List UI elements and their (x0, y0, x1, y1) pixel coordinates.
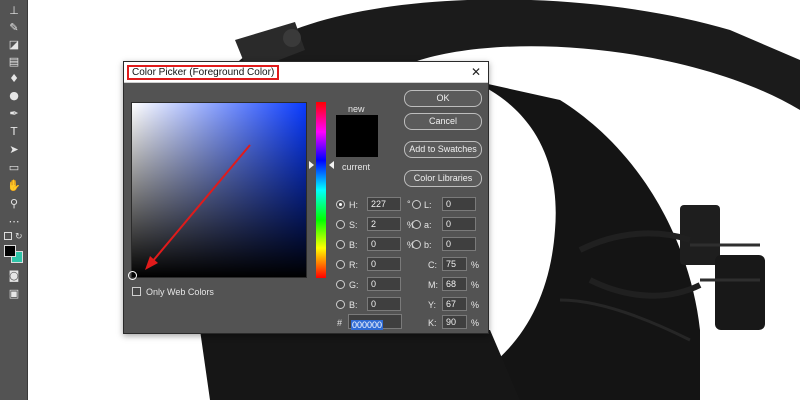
annotation-arrow (145, 144, 251, 270)
